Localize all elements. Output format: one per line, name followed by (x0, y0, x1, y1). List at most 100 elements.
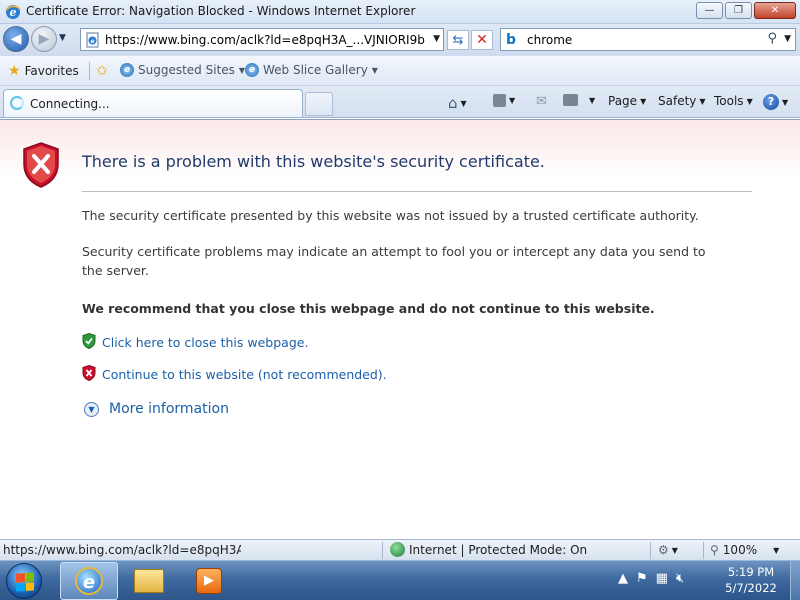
divider (650, 542, 651, 559)
back-button[interactable]: ◀ (3, 26, 29, 52)
gear-shield-icon: ⚙ (658, 543, 669, 557)
home-icon: ⌂ (448, 94, 458, 112)
show-desktop-button[interactable] (790, 561, 800, 600)
address-bar[interactable]: e https://www.bing.com/aclk?ld=e8pqH3A_.… (80, 28, 444, 51)
tab-row: Connecting... ⌂ ▼ ▼ ✉ ▼ Page ▼ Safety ▼ Too… (0, 86, 800, 118)
status-bar: https://www.bing.com/aclk?ld=e8pqH3A_p0 … (0, 539, 800, 560)
svg-text:e: e (10, 6, 17, 19)
close-window-button[interactable]: ✕ (754, 2, 796, 19)
favorites-label: Favorites (24, 64, 79, 78)
security-warning-message: Security certificate problems may indica… (82, 244, 706, 278)
read-mail-button[interactable]: ✉ (536, 94, 547, 109)
zoom-level: 100% (722, 543, 758, 557)
page-content: There is a problem with this website's s… (0, 119, 800, 539)
page-icon: e (85, 32, 101, 48)
chevron-down-icon: ▼ (699, 96, 706, 106)
taskbar-media-player[interactable]: ▶ (180, 562, 238, 600)
recent-pages-dropdown[interactable]: ▼ (59, 33, 66, 43)
arrow-left-icon: ◀ (10, 31, 22, 47)
loading-spinner-icon (10, 96, 24, 110)
expand-chevron-icon: ▼ (84, 401, 99, 417)
page-menu-button[interactable]: Page ▼ (608, 94, 646, 108)
zoom-magnifier-icon: ⚲ (710, 543, 719, 557)
web-slice-gallery-link[interactable]: e Web Slice Gallery ▼ (245, 63, 378, 77)
close-webpage-link-text[interactable]: Click here to close this webpage. (102, 335, 308, 350)
search-box[interactable]: b chrome ⚲ ▼ (500, 28, 796, 51)
divider (82, 191, 752, 192)
chevron-down-icon: ▼ (671, 545, 678, 555)
protected-mode-button[interactable]: ⚙ ▼ (658, 543, 678, 557)
taskbar-internet-explorer[interactable]: e (60, 562, 118, 600)
windows-logo-icon (16, 572, 34, 592)
title-bar: e Certificate Error: Navigation Blocked … (0, 0, 800, 24)
web-slice-gallery-label: Web Slice Gallery (263, 63, 368, 77)
add-favorite-star-icon: ✩ (96, 63, 108, 79)
forward-button[interactable]: ▶ (31, 26, 57, 52)
new-tab-button[interactable] (305, 92, 333, 116)
continue-to-website-link[interactable]: Continue to this website (not recommende… (82, 364, 387, 384)
printer-icon (563, 94, 578, 106)
tools-menu-button[interactable]: Tools ▼ (714, 94, 753, 108)
network-icon[interactable]: ▦ (656, 571, 668, 586)
help-icon: ? (763, 94, 779, 110)
notification-area: ▲ ⚑ ▦ 🔇︎ (618, 571, 684, 586)
page-menu-label: Page (608, 94, 638, 108)
window-title: Certificate Error: Navigation Blocked - … (26, 4, 416, 18)
bing-icon: b (506, 32, 517, 48)
search-options-dropdown-icon[interactable]: ▼ (784, 34, 791, 44)
green-shield-check-icon (82, 332, 96, 352)
chevron-down-icon: ▼ (773, 545, 780, 555)
search-icon[interactable]: ⚲ (767, 31, 777, 46)
page-title: There is a problem with this website's s… (82, 152, 545, 171)
help-button[interactable]: ? ▼ (763, 94, 788, 110)
folder-icon (134, 569, 164, 593)
favorites-button[interactable]: ★ Favorites (8, 63, 79, 79)
feeds-button[interactable]: ▼ (493, 94, 515, 107)
chevron-down-icon: ▼ (589, 95, 596, 105)
refresh-icon: ⇆ (452, 32, 464, 48)
internet-explorer-icon: e (75, 567, 103, 595)
divider (89, 62, 90, 80)
search-input[interactable]: chrome (527, 33, 572, 47)
home-button[interactable]: ⌂ ▼ (448, 94, 467, 112)
more-information-toggle[interactable]: ▼ More information (84, 401, 229, 417)
zoom-control[interactable]: ⚲ 100% ▼ (710, 543, 779, 557)
action-center-flag-icon[interactable]: ⚑ (636, 571, 648, 586)
security-error-shield-icon (22, 142, 60, 188)
clock-date: 5/7/2022 (725, 581, 777, 595)
recommendation-text: We recommend that you close this webpage… (82, 301, 655, 316)
address-toolbar: ◀ ▶ ▼ e https://www.bing.com/aclk?ld=e8p… (0, 24, 800, 56)
status-url: https://www.bing.com/aclk?ld=e8pqH3A_p0 (3, 543, 241, 557)
ie-logo-icon: e (4, 3, 22, 21)
taskbar-windows-explorer[interactable] (120, 562, 178, 600)
suggested-sites-label: Suggested Sites (138, 63, 235, 77)
suggested-sites-link[interactable]: e Suggested Sites ▼ (120, 63, 245, 77)
chevron-down-icon: ▼ (640, 96, 647, 106)
print-button[interactable]: ▼ (563, 94, 595, 106)
refresh-button[interactable]: ⇆ (447, 30, 469, 50)
tab-current[interactable]: Connecting... (3, 89, 303, 117)
svg-text:e: e (90, 38, 94, 45)
continue-link-text[interactable]: Continue to this website (not recommende… (102, 367, 387, 382)
maximize-button[interactable]: ❐ (725, 2, 752, 19)
security-zone-text: Internet | Protected Mode: On (409, 542, 588, 557)
system-clock[interactable]: 5:19 PM 5/7/2022 (716, 564, 786, 596)
show-hidden-icons-icon[interactable]: ▲ (618, 571, 628, 586)
tab-label: Connecting... (30, 97, 110, 111)
minimize-button[interactable]: — (696, 2, 723, 19)
address-dropdown-icon[interactable]: ▼ (433, 34, 440, 44)
url-text[interactable]: https://www.bing.com/aclk?ld=e8pqH3A_...… (105, 33, 425, 47)
certificate-issuer-message: The security certificate presented by th… (82, 208, 699, 223)
stop-button[interactable]: ✕ (471, 30, 493, 50)
safety-menu-button[interactable]: Safety ▼ (658, 94, 706, 108)
chevron-down-icon: ▼ (746, 96, 753, 106)
more-information-label: More information (109, 401, 229, 417)
clock-time: 5:19 PM (727, 565, 775, 579)
security-zone[interactable]: Internet | Protected Mode: On (390, 542, 587, 557)
close-webpage-link[interactable]: Click here to close this webpage. (82, 332, 308, 352)
media-player-icon: ▶ (196, 568, 222, 594)
start-button[interactable] (6, 563, 42, 599)
add-to-favorites-bar-button[interactable]: ✩ (96, 63, 108, 79)
volume-muted-icon[interactable]: 🔇︎ (676, 571, 684, 586)
divider (703, 542, 704, 559)
